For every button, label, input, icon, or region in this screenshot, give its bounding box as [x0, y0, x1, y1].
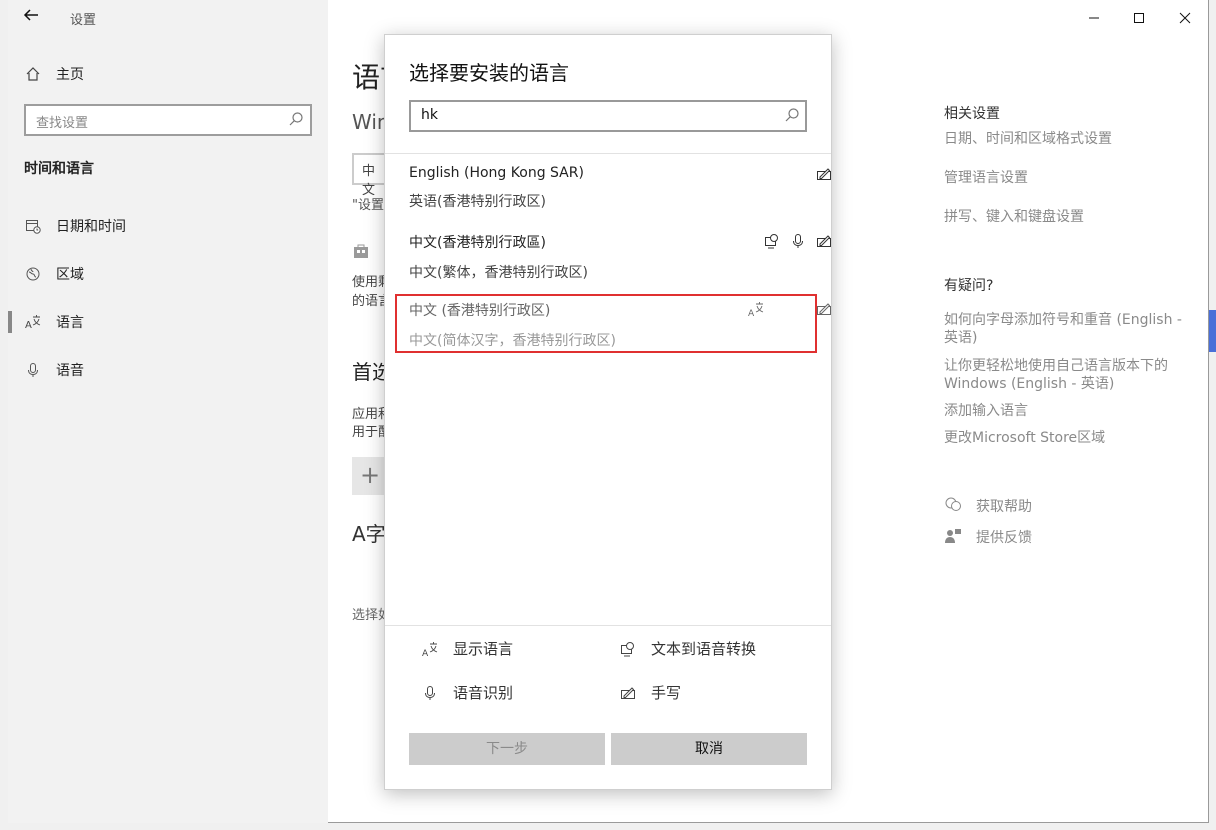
- link-add-accents[interactable]: 如何向字母添加符号和重音 (English - 英语): [944, 311, 1184, 347]
- store-icon: [352, 242, 370, 264]
- legend-handwriting: 手写: [619, 682, 681, 703]
- sidebar-item-home[interactable]: 主页: [24, 64, 84, 84]
- text-to-speech-icon: [619, 640, 637, 658]
- sidebar-item-region[interactable]: 区域: [24, 264, 84, 284]
- handwriting-icon: [815, 232, 833, 250]
- feedback-link[interactable]: 提供反馈: [976, 527, 1032, 547]
- sidebar-item-label: 语言: [56, 315, 84, 331]
- dialog-title: 选择要安装的语言: [409, 61, 569, 85]
- language-option-chinese-simplified-hk[interactable]: 中文 (香港特别行政区) 中文(简体汉字，香港特别行政区) A: [409, 300, 831, 350]
- sidebar-item-date-time[interactable]: 日期和时间: [24, 216, 126, 236]
- link-spelling-typing-keyboard[interactable]: 拼写、键入和键盘设置: [944, 208, 1184, 226]
- home-icon: [24, 65, 42, 83]
- language-option-name: English (Hong Kong SAR): [409, 165, 584, 181]
- get-help-icon: [944, 495, 962, 513]
- sidebar-item-label: 区域: [56, 267, 84, 283]
- language-install-dialog: 选择要安装的语言 hk English (Hong Kong SAR) 英语(香…: [384, 34, 832, 790]
- related-settings-heading: 相关设置: [944, 106, 1000, 122]
- text-to-speech-icon: [763, 232, 781, 250]
- language-option-subtitle: 中文(繁体，香港特别行政区): [409, 265, 588, 281]
- feedback-icon: [944, 527, 962, 545]
- minimize-icon[interactable]: [1082, 6, 1106, 30]
- link-windows-in-your-language[interactable]: 让你更轻松地使用自己语言版本下的 Windows (English - 英语): [944, 357, 1184, 393]
- language-option-subtitle: 英语(香港特别行政区): [409, 194, 546, 210]
- svg-text:A: A: [748, 309, 755, 317]
- legend-speech: 语音识别: [421, 682, 513, 703]
- calendar-clock-icon: [24, 217, 42, 235]
- back-arrow-icon[interactable]: [22, 6, 42, 26]
- svg-text:A: A: [422, 649, 429, 657]
- display-language-icon: A: [421, 640, 439, 658]
- close-icon[interactable]: [1173, 6, 1197, 30]
- svg-text:A: A: [25, 320, 32, 330]
- divider: [385, 153, 831, 154]
- sidebar-item-label: 主页: [56, 67, 84, 83]
- language-search-value: hk: [421, 107, 438, 123]
- window-left-edge: [0, 0, 8, 830]
- get-help-link[interactable]: 获取帮助: [976, 496, 1032, 516]
- globe-region-icon: [24, 265, 42, 283]
- search-icon: [784, 107, 800, 123]
- window-title: 设置: [70, 13, 97, 28]
- divider: [385, 625, 831, 626]
- language-option-name: 中文(香港特別行政區): [409, 235, 546, 251]
- sidebar-item-language[interactable]: A 语言: [24, 312, 84, 332]
- legend-label: 显示语言: [453, 640, 514, 658]
- language-icon: A: [24, 313, 42, 331]
- maximize-icon[interactable]: [1127, 6, 1151, 30]
- search-placeholder: 查找设置: [36, 116, 89, 131]
- search-icon: [288, 111, 304, 127]
- handwriting-icon: [815, 165, 833, 183]
- handwriting-icon: [619, 684, 637, 702]
- window-bottom-edge: [0, 823, 1216, 830]
- section-title: 时间和语言: [24, 161, 94, 177]
- legend-label: 文本到语音转换: [651, 640, 757, 658]
- link-add-input-language[interactable]: 添加输入语言: [944, 402, 1184, 420]
- settings-search-input[interactable]: 查找设置: [24, 104, 312, 136]
- microphone-icon: [421, 684, 439, 702]
- add-language-button[interactable]: +: [352, 457, 388, 495]
- handwriting-icon: [815, 300, 833, 318]
- language-option-subtitle: 中文(简体汉字，香港特别行政区): [409, 333, 616, 349]
- language-search-input[interactable]: hk: [409, 100, 807, 132]
- microphone-icon: [24, 361, 42, 379]
- link-change-store-region[interactable]: 更改Microsoft Store区域: [944, 429, 1184, 447]
- legend-label: 语音识别: [453, 684, 514, 702]
- legend-tts: 文本到语音转换: [619, 638, 756, 659]
- question-heading: 有疑问?: [944, 278, 994, 294]
- language-option-chinese-traditional-hk[interactable]: 中文(香港特別行政區) 中文(繁体，香港特别行政区): [409, 232, 831, 282]
- language-option-english-hk[interactable]: English (Hong Kong SAR) 英语(香港特别行政区): [409, 165, 831, 211]
- legend-label: 手写: [651, 684, 682, 702]
- link-date-time-region-format[interactable]: 日期、时间和区域格式设置: [944, 130, 1184, 148]
- display-language-icon: A: [747, 300, 765, 318]
- cancel-button[interactable]: 取消: [611, 733, 807, 765]
- legend-display-language: A 显示语言: [421, 638, 513, 659]
- language-glyph-icon: A字: [352, 522, 386, 546]
- window-right-edge: [1209, 0, 1216, 830]
- sidebar-item-label: 语音: [56, 363, 84, 379]
- side-tab[interactable]: [1209, 310, 1216, 352]
- next-button[interactable]: 下一步: [409, 733, 605, 765]
- sidebar-item-speech[interactable]: 语音: [24, 360, 84, 380]
- active-indicator: [8, 311, 12, 333]
- sidebar-item-label: 日期和时间: [56, 219, 126, 235]
- microphone-icon: [789, 232, 807, 250]
- settings-note: "设置: [352, 198, 384, 213]
- link-manage-language-settings[interactable]: 管理语言设置: [944, 169, 1184, 187]
